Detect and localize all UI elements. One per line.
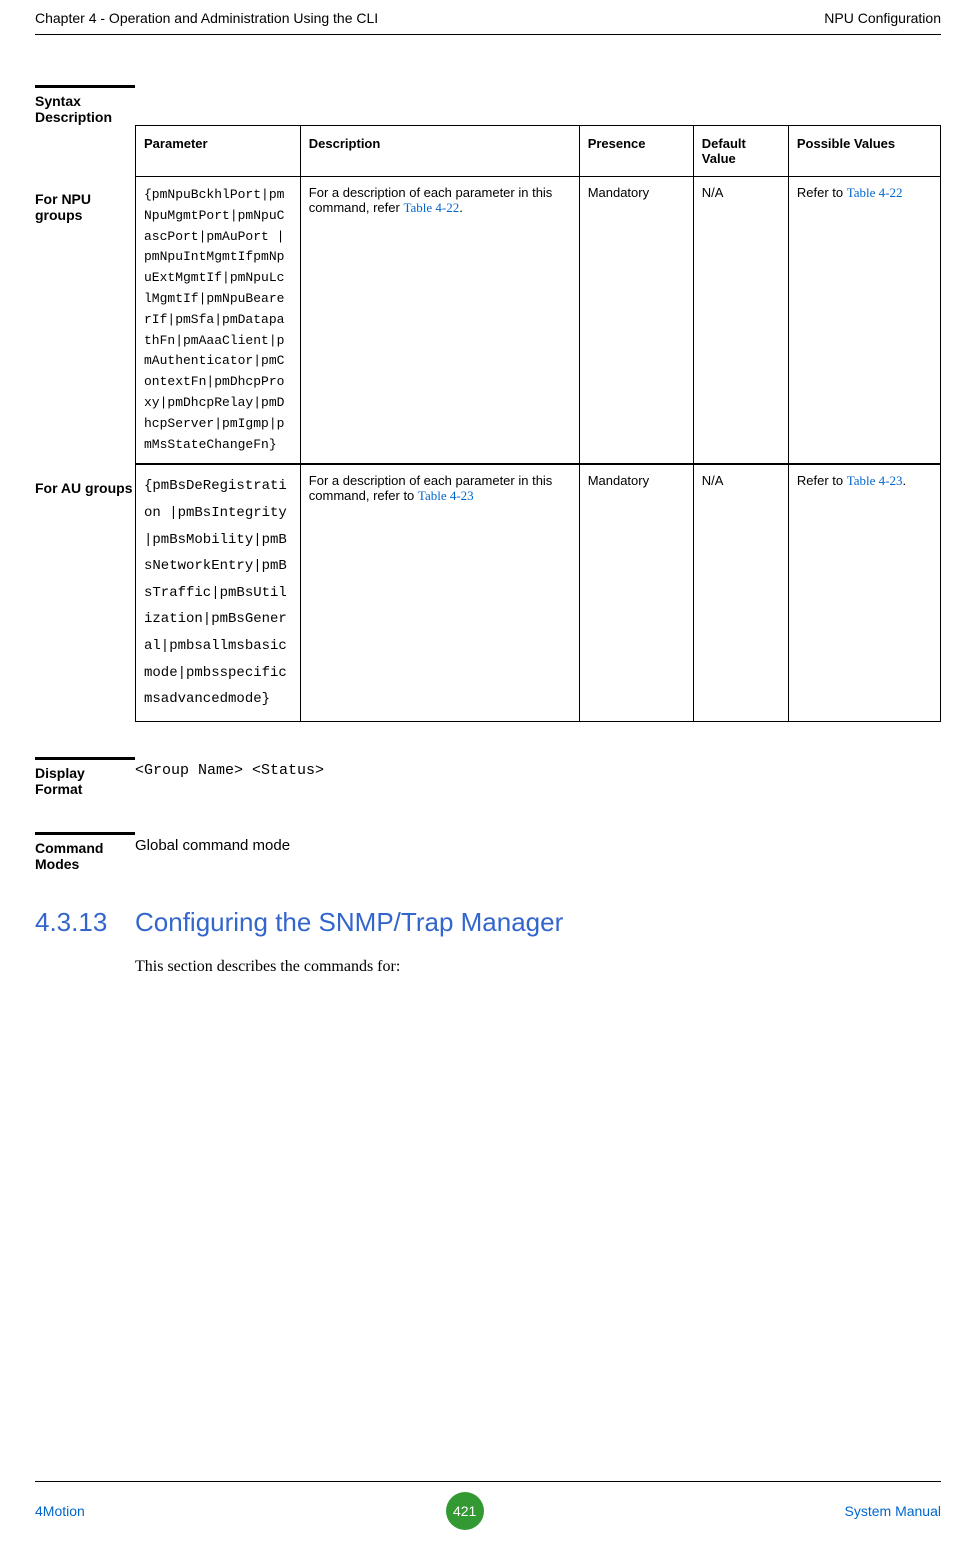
presence-cell: Mandatory <box>579 177 693 464</box>
page-number: 421 <box>446 1492 484 1530</box>
display-format-content: <Group Name> <Status> <box>135 757 941 797</box>
parameter-cell: {pmBsDeRegistration |pmBsIntegrity|pmBsM… <box>144 478 287 707</box>
table-row: {pmNpuBckhlPort|pmNpuMgmtPort|pmNpuCascP… <box>136 177 941 464</box>
description-cell: For a description of each parameter in t… <box>300 465 579 721</box>
section-number: 4.3.13 <box>35 907 135 938</box>
command-modes-content: Global command mode <box>135 832 941 872</box>
default-cell: N/A <box>693 177 788 464</box>
header-left: Chapter 4 - Operation and Administration… <box>35 10 378 26</box>
table-link[interactable]: Table 4-22 <box>847 185 903 200</box>
presence-cell: Mandatory <box>579 465 693 721</box>
col-header-possible: Possible Values <box>788 126 940 177</box>
section-title: Configuring the SNMP/Trap Manager <box>135 907 563 938</box>
syntax-table: Parameter Description Presence Default V… <box>135 125 941 464</box>
syntax-description-label: Syntax Description <box>35 85 135 125</box>
possible-cell: Refer to Table 4-22 <box>788 177 940 464</box>
col-header-description: Description <box>300 126 579 177</box>
page-header: Chapter 4 - Operation and Administration… <box>35 10 941 35</box>
section-heading: 4.3.13 Configuring the SNMP/Trap Manager <box>35 907 941 938</box>
npu-groups-label: For NPU groups <box>35 183 135 223</box>
table-link[interactable]: Table 4-23 <box>418 488 474 503</box>
default-cell: N/A <box>693 465 788 721</box>
body-text: This section describes the commands for: <box>135 958 941 976</box>
au-groups-label: For AU groups <box>35 472 135 496</box>
page-footer: 4Motion 421 System Manual <box>35 1481 941 1545</box>
description-cell: For a description of each parameter in t… <box>300 177 579 464</box>
col-header-parameter: Parameter <box>136 126 301 177</box>
col-header-default: Default Value <box>693 126 788 177</box>
possible-cell: Refer to Table 4-23. <box>788 465 940 721</box>
parameter-cell: {pmNpuBckhlPort|pmNpuMgmtPort|pmNpuCascP… <box>144 187 284 452</box>
header-right: NPU Configuration <box>824 10 941 26</box>
table-link[interactable]: Table 4-22 <box>403 200 459 215</box>
footer-right: System Manual <box>845 1503 941 1519</box>
syntax-table-2: {pmBsDeRegistration |pmBsIntegrity|pmBsM… <box>135 464 941 721</box>
command-modes-label: Command Modes <box>35 832 135 872</box>
col-header-presence: Presence <box>579 126 693 177</box>
footer-left: 4Motion <box>35 1503 85 1519</box>
table-row: {pmBsDeRegistration |pmBsIntegrity|pmBsM… <box>136 465 941 721</box>
display-format-label: Display Format <box>35 757 135 797</box>
table-link[interactable]: Table 4-23 <box>847 473 903 488</box>
